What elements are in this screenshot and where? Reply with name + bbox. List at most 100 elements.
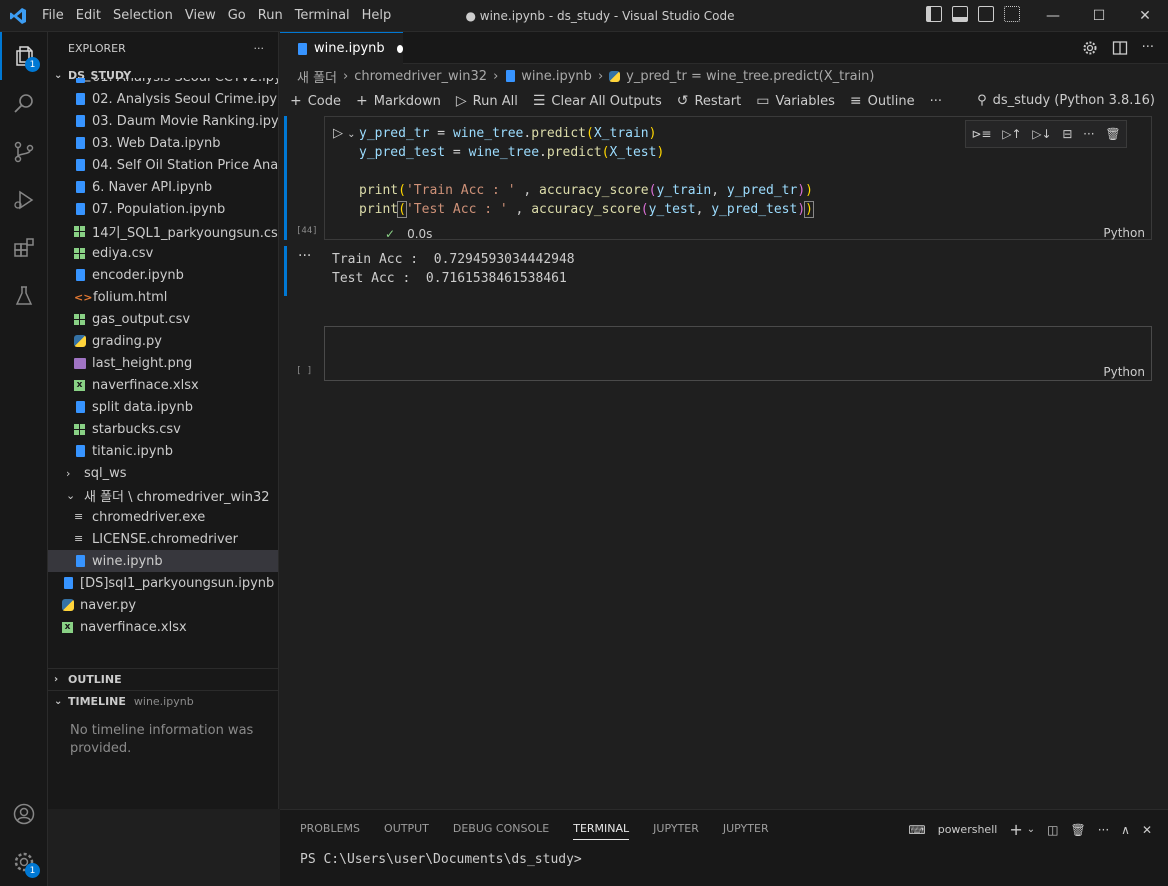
menu-run[interactable]: Run: [252, 0, 289, 32]
terminal-prompt[interactable]: PS C:\Users\user\Documents\ds_study>: [300, 852, 582, 867]
code-cell-2[interactable]: Python: [324, 326, 1152, 381]
cell-more-icon[interactable]: ···: [1083, 127, 1094, 141]
code-cell-1[interactable]: ▷ ⌄ y_pred_tr = wine_tree.predict(X_trai…: [324, 116, 1152, 241]
menu-edit[interactable]: Edit: [70, 0, 107, 32]
tree-item[interactable]: › sql_ws: [48, 462, 278, 484]
add-code-button[interactable]: + Code: [290, 93, 341, 109]
extensions-activity[interactable]: [0, 224, 48, 272]
tree-item[interactable]: gas_output.csv: [48, 308, 278, 330]
cell-language[interactable]: Python: [1103, 226, 1145, 240]
tree-item[interactable]: 03. Daum Movie Ranking.ipynb: [48, 110, 278, 132]
tab-jupyter[interactable]: JUPYTER: [653, 822, 699, 840]
outline-header[interactable]: › OUTLINE: [48, 668, 278, 690]
outline-button[interactable]: ≡ Outline: [850, 93, 915, 109]
output-focus-bar: [284, 246, 287, 296]
toggle-panel-icon[interactable]: [952, 6, 968, 22]
run-all-button[interactable]: ▷ Run All: [456, 93, 518, 109]
more-actions-icon[interactable]: ···: [1142, 40, 1154, 56]
manage-activity[interactable]: 1: [0, 838, 48, 886]
tree-item[interactable]: ≡ LICENSE.chromedriver: [48, 528, 278, 550]
tree-item[interactable]: 04. Self Oil Station Price Analys...: [48, 154, 278, 176]
execute-below-icon[interactable]: ▷↓: [1032, 127, 1051, 141]
menu-view[interactable]: View: [179, 0, 222, 32]
split-editor-icon[interactable]: [1112, 40, 1128, 56]
customize-layout-icon[interactable]: [1004, 6, 1020, 22]
breadcrumb-file[interactable]: wine.ipynb: [521, 69, 592, 84]
menu-selection[interactable]: Selection: [107, 0, 179, 32]
tree-item[interactable]: [DS]sql1_parkyoungsun.ipynb: [48, 572, 278, 594]
output-more-icon[interactable]: ···: [298, 248, 311, 264]
tab-terminal[interactable]: TERMINAL: [573, 822, 630, 840]
split-terminal-icon[interactable]: ◫: [1047, 823, 1058, 837]
toggle-secondary-sidebar-icon[interactable]: [978, 6, 994, 22]
close-panel-icon[interactable]: ✕: [1142, 823, 1152, 837]
add-markdown-button[interactable]: + Markdown: [356, 93, 441, 109]
tab-output[interactable]: OUTPUT: [384, 822, 429, 840]
tab-problems[interactable]: PROBLEMS: [300, 822, 360, 840]
tree-item[interactable]: last_height.png: [48, 352, 278, 374]
minimize-button[interactable]: —: [1030, 0, 1076, 32]
clear-outputs-button[interactable]: ☰ Clear All Outputs: [533, 93, 662, 109]
code-editor[interactable]: y_pred_tr = wine_tree.predict(X_train) y…: [359, 124, 814, 219]
testing-activity[interactable]: [0, 272, 48, 320]
kernel-picker[interactable]: ⚲ ds_study (Python 3.8.16): [977, 93, 1155, 108]
panel-more-icon[interactable]: ···: [1098, 823, 1109, 837]
breadcrumb-symbol[interactable]: y_pred_tr = wine_tree.predict(X_train): [626, 69, 874, 84]
tree-item[interactable]: grading.py: [48, 330, 278, 352]
tree-item[interactable]: 6. Naver API.ipynb: [48, 176, 278, 198]
run-by-line-icon[interactable]: ⊳≡: [971, 127, 991, 141]
breadcrumb-folder[interactable]: 새 폴더: [297, 67, 337, 86]
new-terminal-icon[interactable]: +: [1009, 820, 1022, 839]
notebook-icon: [298, 42, 307, 55]
menu-go[interactable]: Go: [222, 0, 252, 32]
toolbar-more-icon[interactable]: ···: [930, 94, 942, 109]
run-debug-activity[interactable]: [0, 176, 48, 224]
tree-item[interactable]: 03. Web Data.ipynb: [48, 132, 278, 154]
tree-item[interactable]: <> folium.html: [48, 286, 278, 308]
explorer-activity[interactable]: 1: [0, 32, 48, 80]
gear-icon[interactable]: [1082, 40, 1098, 56]
variables-button[interactable]: ▭ Variables: [756, 93, 835, 109]
menu-terminal[interactable]: Terminal: [289, 0, 356, 32]
toggle-primary-sidebar-icon[interactable]: [926, 6, 942, 22]
run-cell-button[interactable]: ▷ ⌄: [333, 126, 356, 141]
split-cell-icon[interactable]: ⊟: [1062, 127, 1072, 141]
source-control-activity[interactable]: [0, 128, 48, 176]
tree-item[interactable]: ediya.csv: [48, 242, 278, 264]
tree-item[interactable]: 02. Analysis Seoul Crime.ipynb: [48, 88, 278, 110]
breadcrumb-subfolder[interactable]: chromedriver_win32: [354, 69, 487, 84]
shell-name[interactable]: powershell: [938, 823, 998, 836]
restart-button[interactable]: ↺ Restart: [677, 93, 741, 109]
tab-debug-console[interactable]: DEBUG CONSOLE: [453, 822, 549, 840]
tree-item[interactable]: starbucks.csv: [48, 418, 278, 440]
tree-item[interactable]: x naverfinace.xlsx: [48, 616, 278, 638]
maximize-panel-icon[interactable]: ∧: [1121, 823, 1130, 837]
tree-item[interactable]: split data.ipynb: [48, 396, 278, 418]
tab-wine-ipynb[interactable]: wine.ipynb: [280, 32, 403, 64]
tree-item[interactable]: 14기_SQL1_parkyoungsun.csv.c...: [48, 220, 278, 242]
tree-item[interactable]: 01. Analysis Seoul CCTV2.ipynb: [48, 78, 278, 88]
tab-jupyter-2[interactable]: JUPYTER: [723, 822, 769, 840]
tree-item[interactable]: ⌄ 새 폴더 \ chromedriver_win32: [48, 484, 278, 506]
trash-icon[interactable]: 🗑: [1070, 823, 1085, 837]
tree-item[interactable]: x naverfinace.xlsx: [48, 374, 278, 396]
unsaved-dot-icon[interactable]: [396, 44, 403, 53]
tree-item[interactable]: titanic.ipynb: [48, 440, 278, 462]
tree-item[interactable]: naver.py: [48, 594, 278, 616]
maximize-button[interactable]: ☐: [1076, 0, 1122, 32]
tree-item[interactable]: ≡ chromedriver.exe: [48, 506, 278, 528]
cell-language[interactable]: Python: [1103, 365, 1145, 379]
chevron-down-icon[interactable]: ⌄: [1027, 824, 1035, 835]
execute-above-icon[interactable]: ▷↑: [1002, 127, 1021, 141]
explorer-more-icon[interactable]: ···: [254, 42, 265, 55]
search-activity[interactable]: [0, 80, 48, 128]
menu-file[interactable]: File: [36, 0, 70, 32]
tree-item[interactable]: wine.ipynb: [48, 550, 278, 572]
menu-help[interactable]: Help: [356, 0, 398, 32]
tree-item[interactable]: encoder.ipynb: [48, 264, 278, 286]
tree-item[interactable]: 07. Population.ipynb: [48, 198, 278, 220]
delete-cell-icon[interactable]: 🗑: [1105, 127, 1120, 141]
close-window-button[interactable]: ✕: [1122, 0, 1168, 32]
timeline-header[interactable]: ⌄ TIMELINE wine.ipynb: [48, 690, 278, 712]
accounts-activity[interactable]: [0, 790, 48, 838]
